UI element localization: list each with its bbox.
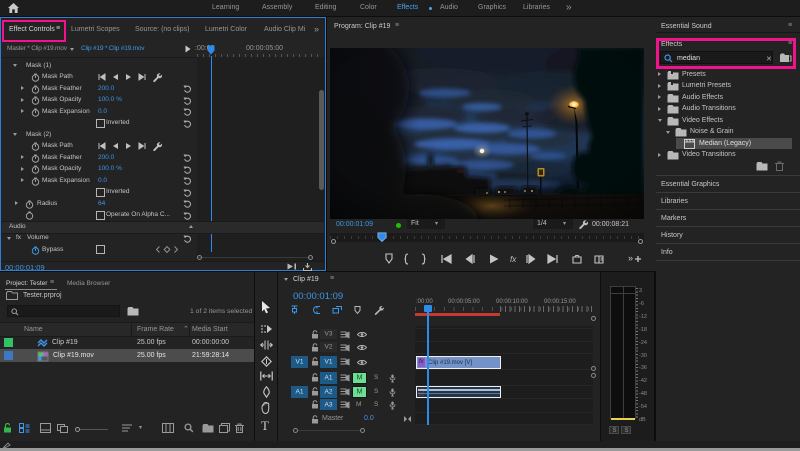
svg-text:»: » — [628, 253, 633, 263]
svg-text:fx: fx — [510, 255, 517, 264]
